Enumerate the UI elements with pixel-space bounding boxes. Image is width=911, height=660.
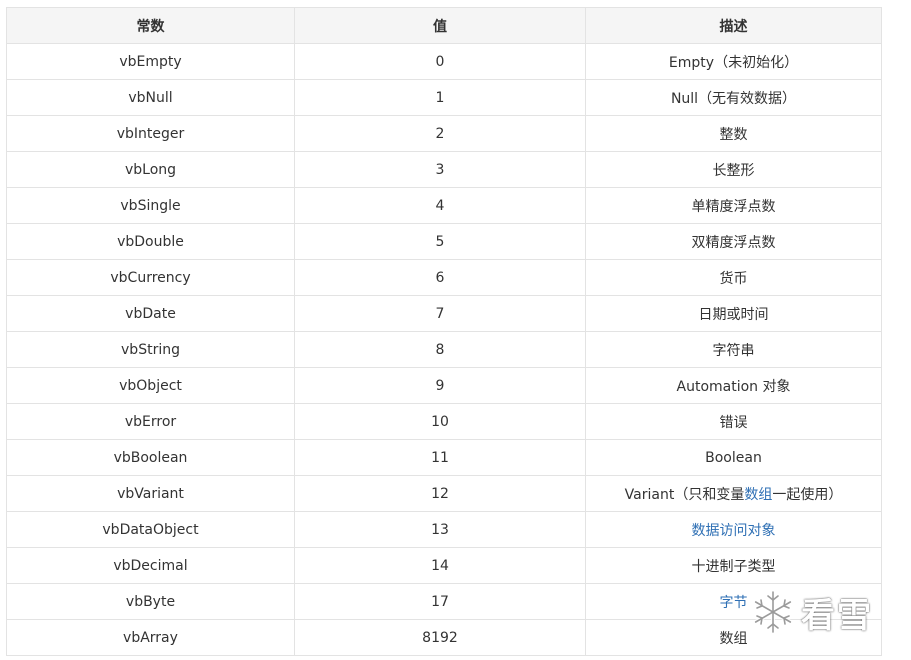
value-cell: 5: [294, 223, 586, 260]
description-text: 单精度浮点数: [691, 198, 776, 215]
constant-cell: vbLong: [6, 151, 295, 188]
constant-cell: vbDouble: [6, 223, 295, 260]
value-cell: 0: [294, 43, 586, 80]
value-cell: 6: [294, 259, 586, 296]
header-constant: 常数: [6, 7, 295, 44]
value-cell: 10: [294, 403, 586, 440]
constant-cell: vbArray: [6, 619, 295, 656]
value-cell: 2: [294, 115, 586, 152]
description-cell: 十进制子类型: [585, 547, 882, 584]
constant-cell: vbBoolean: [6, 439, 295, 476]
table-row: vbDataObject 13 数据访问对象: [6, 511, 882, 548]
value-cell: 3: [294, 151, 586, 188]
constant-cell: vbString: [6, 331, 295, 368]
constant-cell: vbEmpty: [6, 43, 295, 80]
header-value: 值: [294, 7, 586, 44]
description-cell: Variant（只和变量数组一起使用）: [585, 475, 882, 512]
description-link[interactable]: 字节: [720, 595, 748, 611]
value-cell: 1: [294, 79, 586, 116]
description-text: 数组: [719, 630, 748, 647]
table-header: 常数 值 描述: [6, 7, 882, 44]
constant-cell: vbSingle: [6, 187, 295, 224]
description-cell: Null（无有效数据）: [585, 79, 882, 116]
description-cell: 双精度浮点数: [585, 223, 882, 260]
table-row: vbObject 9 Automation 对象: [6, 367, 882, 404]
description-text: 日期或时间: [698, 306, 769, 323]
description-cell: Automation 对象: [585, 367, 882, 404]
description-cell: Boolean: [585, 439, 882, 476]
table-row: vbError 10 错误: [6, 403, 882, 440]
description-text: 双精度浮点数: [691, 234, 776, 251]
constant-cell: vbNull: [6, 79, 295, 116]
constant-cell: vbError: [6, 403, 295, 440]
table-row: vbDecimal 14 十进制子类型: [6, 547, 882, 584]
description-link[interactable]: 数据访问对象: [692, 523, 776, 539]
description-cell: 日期或时间: [585, 295, 882, 332]
constant-cell: vbObject: [6, 367, 295, 404]
description-cell: 整数: [585, 115, 882, 152]
snowflake-icon: [753, 590, 793, 634]
value-cell: 17: [294, 583, 586, 620]
description-text: 长整形: [712, 162, 755, 179]
value-cell: 9: [294, 367, 586, 404]
constant-cell: vbByte: [6, 583, 295, 620]
description-text: Boolean: [705, 449, 762, 466]
value-cell: 4: [294, 187, 586, 224]
table-row: vbCurrency 6 货币: [6, 259, 882, 296]
description-text: 货币: [719, 270, 748, 287]
constant-cell: vbInteger: [6, 115, 295, 152]
watermark: 看雪: [749, 586, 899, 638]
description-cell: 货币: [585, 259, 882, 296]
description-cell: 数据访问对象: [585, 511, 882, 548]
value-cell: 7: [294, 295, 586, 332]
description-link[interactable]: 数组: [744, 487, 772, 503]
description-cell: 长整形: [585, 151, 882, 188]
value-cell: 8192: [294, 619, 586, 656]
description-text: 一起使用）: [772, 486, 843, 503]
value-cell: 8: [294, 331, 586, 368]
value-cell: 13: [294, 511, 586, 548]
table-row: vbInteger 2 整数: [6, 115, 882, 152]
description-text: 字符串: [712, 342, 755, 359]
table-row: vbDate 7 日期或时间: [6, 295, 882, 332]
table-row: vbVariant 12 Variant（只和变量数组一起使用）: [6, 475, 882, 512]
table-body: vbEmpty 0 Empty（未初始化） vbNull 1 Null（无有效数据） vbI…: [6, 43, 882, 656]
value-cell: 12: [294, 475, 586, 512]
table-row: vbNull 1 Null（无有效数据）: [6, 79, 882, 116]
description-cell: 字符串: [585, 331, 882, 368]
description-text: Empty（未初始化）: [668, 54, 799, 71]
description-text: Variant（只和变量: [624, 486, 745, 503]
table-row: vbBoolean 11 Boolean: [6, 439, 882, 476]
description-cell: 单精度浮点数: [585, 187, 882, 224]
constants-table: 常数 值 描述 vbEmpty 0 Empty（未初始化） vbNull 1 Null（无…: [6, 7, 882, 656]
description-text: 整数: [719, 126, 748, 143]
watermark-text: 看雪: [801, 595, 873, 636]
description-text: 十进制子类型: [691, 558, 776, 575]
table-row: vbDouble 5 双精度浮点数: [6, 223, 882, 260]
description-cell: 错误: [585, 403, 882, 440]
description-text: Null（无有效数据）: [670, 90, 797, 107]
value-cell: 11: [294, 439, 586, 476]
constant-cell: vbDate: [6, 295, 295, 332]
constant-cell: vbVariant: [6, 475, 295, 512]
constant-cell: vbCurrency: [6, 259, 295, 296]
header-row: 常数 值 描述: [6, 7, 882, 44]
table-row: vbString 8 字符串: [6, 331, 882, 368]
table-row: vbSingle 4 单精度浮点数: [6, 187, 882, 224]
value-cell: 14: [294, 547, 586, 584]
table-row: vbEmpty 0 Empty（未初始化）: [6, 43, 882, 80]
description-text: Automation 对象: [676, 378, 791, 395]
table-row: vbLong 3 长整形: [6, 151, 882, 188]
constant-cell: vbDecimal: [6, 547, 295, 584]
description-text: 错误: [719, 414, 748, 431]
header-description: 描述: [585, 7, 882, 44]
constant-cell: vbDataObject: [6, 511, 295, 548]
description-cell: Empty（未初始化）: [585, 43, 882, 80]
